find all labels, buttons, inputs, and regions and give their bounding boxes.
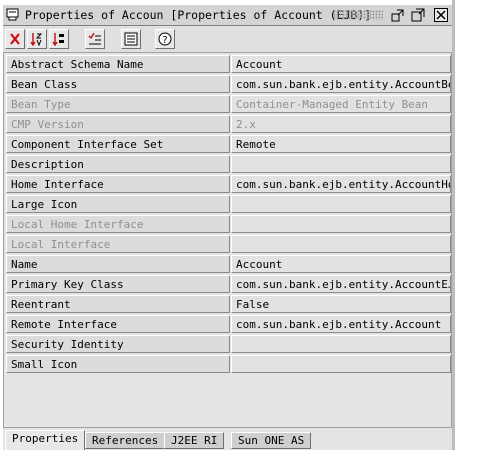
title-bar[interactable]: Properties of Accoun [Properties of Acco… [3, 5, 452, 26]
property-name: Reentrant [6, 295, 230, 313]
maximize-icon[interactable] [411, 8, 425, 22]
sort-alpha-icon [30, 33, 43, 46]
property-value[interactable] [231, 195, 451, 213]
property-row[interactable]: Name Account [6, 255, 451, 274]
property-row[interactable]: Local Interface [6, 235, 451, 254]
filter-icon [88, 32, 101, 45]
properties-window: Properties of Accoun [Properties of Acco… [0, 0, 455, 450]
property-value[interactable] [231, 355, 451, 373]
help-icon: ? [158, 32, 172, 46]
window-border [452, 0, 455, 450]
property-value[interactable]: Remote [231, 135, 451, 153]
sort-category-icon [52, 33, 64, 46]
property-row[interactable]: Local Home Interface [6, 215, 451, 234]
property-row[interactable]: Reentrant False [6, 295, 451, 314]
property-value [231, 235, 451, 253]
property-row[interactable]: Remote Interface com.sun.bank.ejb.entity.… [6, 315, 451, 334]
properties-window-icon [6, 8, 19, 21]
customize-button[interactable] [121, 29, 141, 49]
property-value[interactable]: com.sun.bank.ejb.entity.AccountHome [231, 175, 451, 193]
close-icon[interactable] [434, 8, 448, 22]
tab-j2ee-ri[interactable]: J2EE RI [164, 432, 225, 449]
property-value[interactable]: False [231, 295, 451, 313]
property-value[interactable] [231, 335, 451, 353]
red-cross-icon [10, 33, 20, 45]
property-row[interactable]: Component Interface Set Remote [6, 135, 451, 154]
property-value [231, 215, 451, 233]
property-row[interactable]: CMP Version 2.x [6, 115, 451, 134]
property-row[interactable]: Security Identity [6, 335, 451, 354]
property-name: Small Icon [6, 355, 230, 373]
property-value[interactable]: com.sun.bank.ejb.entity.AccountEJB [231, 275, 451, 293]
property-name: Bean Class [6, 75, 230, 93]
property-row[interactable]: Bean Class com.sun.bank.ejb.entity.Accoun… [6, 75, 451, 94]
sort-by-category-button[interactable] [49, 29, 69, 49]
property-value[interactable]: com.sun.bank.ejb.entity.AccountBean [231, 75, 451, 93]
property-row[interactable]: Home Interface com.sun.bank.ejb.entity.Ac… [6, 175, 451, 194]
property-name: Remote Interface [6, 315, 230, 333]
help-button[interactable]: ? [155, 29, 175, 49]
property-name: Name [6, 255, 230, 273]
property-name: Description [6, 155, 230, 173]
property-name: Large Icon [6, 195, 230, 213]
property-name: Local Interface [6, 235, 230, 253]
property-row[interactable]: Abstract Schema Name Account [6, 55, 451, 74]
property-value: Container-Managed Entity Bean [231, 95, 451, 113]
window-title: Properties of Accoun [Properties of Acco… [25, 8, 372, 22]
tab-sun-one-as[interactable]: Sun ONE AS [231, 432, 312, 449]
property-row[interactable]: Small Icon [6, 355, 451, 374]
property-row[interactable]: Bean Type Container-Managed Entity Bean [6, 95, 451, 114]
tab-bar: Properties References J2EE RI Sun ONE AS [3, 428, 452, 450]
property-name: Abstract Schema Name [6, 55, 230, 73]
title-bar-grip [333, 10, 383, 20]
property-row[interactable]: Large Icon [6, 195, 451, 214]
property-value[interactable] [231, 155, 451, 173]
property-row[interactable]: Description [6, 155, 451, 174]
property-name: Primary Key Class [6, 275, 230, 293]
customize-icon [124, 32, 138, 46]
sort-by-name-button[interactable] [27, 29, 47, 49]
property-name: Component Interface Set [6, 135, 230, 153]
property-row[interactable]: Primary Key Class com.sun.bank.ejb.entity… [6, 275, 451, 294]
property-name: Local Home Interface [6, 215, 230, 233]
filter-button[interactable] [85, 29, 105, 49]
property-value: 2.x [231, 115, 451, 133]
tab-properties[interactable]: Properties [5, 430, 86, 450]
delete-button[interactable] [5, 29, 25, 49]
property-name: CMP Version [6, 115, 230, 133]
property-value[interactable]: com.sun.bank.ejb.entity.Account [231, 315, 451, 333]
minimize-icon[interactable] [391, 8, 405, 22]
toolbar: ? [3, 26, 452, 52]
property-value[interactable]: Account [231, 255, 451, 273]
svg-text:?: ? [162, 35, 167, 46]
property-value[interactable]: Account [231, 55, 451, 73]
property-sheet: Abstract Schema Name Account Bean Class com… [3, 52, 452, 428]
property-name: Security Identity [6, 335, 230, 353]
property-name: Home Interface [6, 175, 230, 193]
tab-references[interactable]: References [85, 432, 166, 449]
property-name: Bean Type [6, 95, 230, 113]
